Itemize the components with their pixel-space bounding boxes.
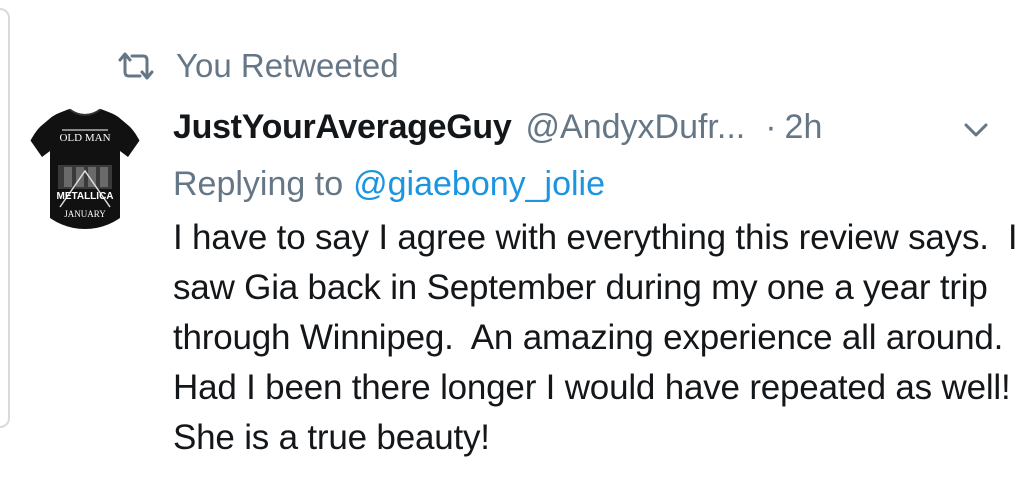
tweet-card[interactable]: You Retweeted OLD MAN METALLICA JANUARY … — [0, 0, 1024, 500]
author-display-name[interactable]: JustYourAverageGuy — [173, 108, 512, 147]
tweet-header: JustYourAverageGuy @AndyxDufr... · 2h — [173, 102, 822, 152]
avatar[interactable]: OLD MAN METALLICA JANUARY — [24, 107, 146, 229]
retweet-label: You Retweeted — [176, 47, 399, 84]
tweet-timestamp[interactable]: 2h — [785, 108, 823, 147]
chevron-down-icon[interactable] — [958, 112, 994, 148]
tweet-text: I have to say I agree with everything th… — [173, 218, 1018, 457]
retweet-icon — [116, 52, 156, 80]
avatar-text-band: METALLICA — [56, 191, 113, 202]
separator-dot: · — [765, 107, 777, 146]
avatar-image: OLD MAN METALLICA JANUARY — [28, 108, 142, 229]
reply-handle-link[interactable]: @giaebony_jolie — [353, 165, 605, 204]
avatar-text-old-man: OLD MAN — [59, 132, 110, 144]
replying-to-label: Replying to — [173, 164, 344, 203]
avatar-text-month: JANUARY — [64, 209, 106, 219]
reply-context: Replying to @giaebony_jolie — [173, 161, 605, 207]
card-border — [0, 8, 10, 428]
author-handle[interactable]: @AndyxDufr... — [526, 108, 746, 147]
retweet-context: You Retweeted — [116, 44, 399, 88]
